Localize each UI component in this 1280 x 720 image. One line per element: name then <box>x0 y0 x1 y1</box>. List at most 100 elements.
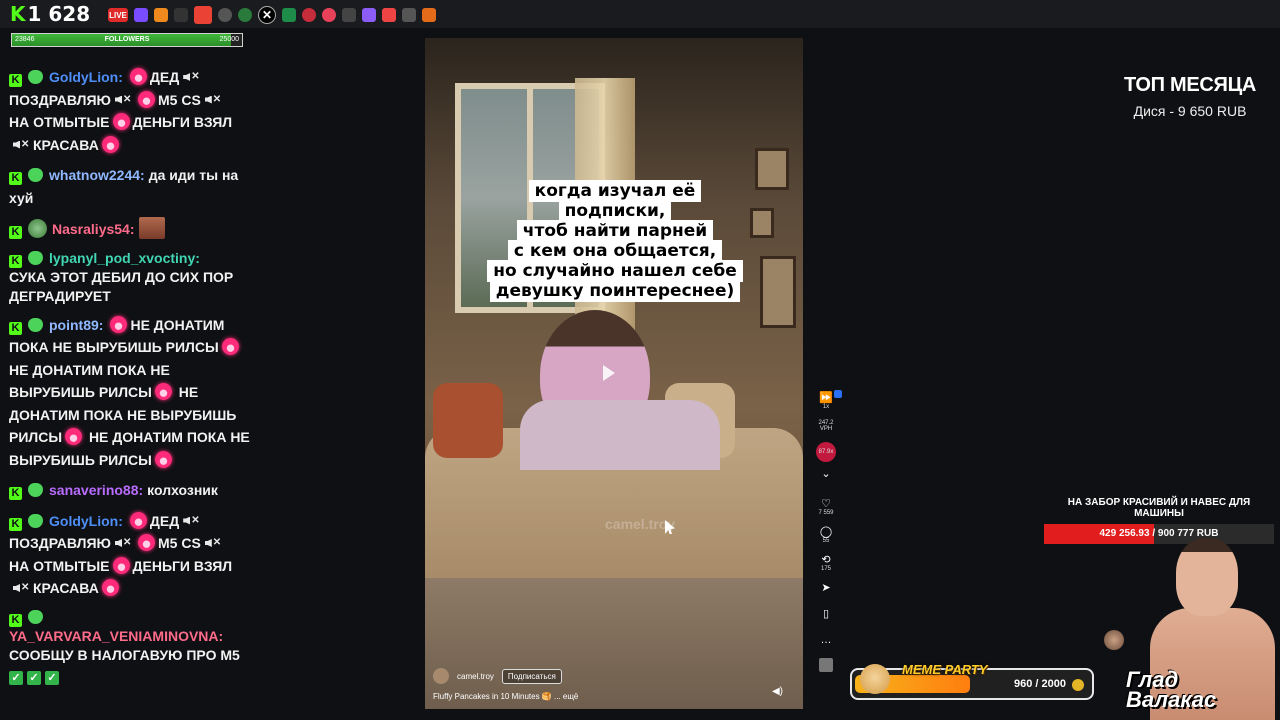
meme-party-value: 960 / 2000 <box>1014 678 1066 690</box>
kick-badge-icon: K <box>9 172 22 185</box>
bookmark-icon[interactable] <box>422 8 436 22</box>
streamer-webcam: Глад Валакас <box>1126 528 1280 720</box>
heart-emote-icon <box>101 135 119 153</box>
chat-message: K Nasraliys54: <box>9 217 259 241</box>
velocity-badge[interactable]: 87.9x <box>816 442 836 462</box>
likes-count: 7 559 <box>818 510 834 516</box>
chat-message: Kpoint89: НЕ ДОНАТИМ ПОКА НЕ ВЫРУБИШЬ РИЛ… <box>9 315 250 468</box>
bookmark-icon[interactable] <box>154 8 168 22</box>
bookmark-icon[interactable] <box>238 8 252 22</box>
bookmark-icon[interactable] <box>218 8 232 22</box>
followers-label: FOLLOWERS <box>104 36 150 43</box>
heart-emote-icon <box>138 90 155 108</box>
top-month-entry: Дися - 9 650 RUB <box>1133 103 1247 119</box>
bookmark-icon[interactable] <box>342 8 356 22</box>
audio-thumbnail-icon[interactable] <box>819 658 833 672</box>
video-scene-frame <box>750 208 774 238</box>
chat-username[interactable]: sanaverino88: <box>49 482 143 498</box>
subscriber-badge-icon <box>28 609 43 624</box>
subscriber-badge-icon <box>28 168 43 182</box>
repost-icon[interactable]: ⟲ <box>821 554 830 566</box>
mute-emote-icon <box>114 532 132 555</box>
heart-emote-icon <box>221 338 239 355</box>
bookmark-icons: LIVE ✕ <box>108 6 436 24</box>
bookmark-icon[interactable] <box>174 8 188 22</box>
check-emote-icon: ✓ <box>45 670 59 685</box>
followers-goal-bar: 23846 FOLLOWERS 25000 <box>11 33 243 47</box>
doge-icon <box>860 664 890 694</box>
video-person <box>520 310 720 470</box>
kick-badge-icon: K <box>9 321 22 335</box>
more-icon[interactable]: … <box>821 634 832 646</box>
pinterest-icon[interactable] <box>302 8 316 22</box>
heart-emote-icon <box>154 450 172 468</box>
chat-message: Ksanaverino88: колхозник <box>9 479 259 502</box>
like-heart-icon[interactable]: ♡ <box>821 498 831 510</box>
chat-username[interactable]: GoldyLion: <box>49 69 123 85</box>
check-emote-icon: ✓ <box>9 670 23 685</box>
share-icon[interactable]: ➤ <box>821 582 830 594</box>
chat-message: Klypanyl_pod_xvoctiny: СУКА ЭТОТ ДЕБИЛ Д… <box>9 249 234 304</box>
video-scene-pillow <box>433 383 503 458</box>
reposts-count: 175 <box>820 566 831 572</box>
heart-emote-icon <box>65 428 83 445</box>
heart-emote-icon <box>101 579 119 596</box>
kick-badge-icon: K <box>9 487 22 500</box>
chat-message: Kwhatnow2244: да иди ты на хуй <box>9 167 239 206</box>
fast-forward-icon[interactable]: ⏩ <box>819 392 833 404</box>
chevron-down-icon[interactable]: ⌄ <box>821 468 830 480</box>
chat-username[interactable]: lypanyl_pod_xvoctiny: <box>49 250 200 266</box>
mute-emote-icon <box>204 89 222 112</box>
mute-emote-icon <box>182 66 200 89</box>
top-month-widget: ТОП МЕСЯЦА Дися - 9 650 RUB <box>1090 74 1280 119</box>
author-avatar[interactable] <box>433 668 449 684</box>
live-badge-icon[interactable]: LIVE <box>108 8 128 22</box>
subscriber-badge-icon <box>28 317 43 332</box>
bookmark-icon[interactable] <box>402 8 416 22</box>
mute-emote-icon <box>12 577 30 600</box>
bookmark-icon[interactable] <box>322 8 336 22</box>
chat-username[interactable]: GoldyLion: <box>49 513 123 529</box>
subscriber-badge-icon <box>28 250 43 265</box>
streamer-name-logo: Глад Валакас <box>1126 667 1217 712</box>
subscribe-button[interactable]: Подписаться <box>501 668 562 684</box>
video-watermark: camel.troy <box>605 516 676 532</box>
kick-badge-icon: K <box>9 226 22 239</box>
subscriber-badge-icon <box>28 70 43 84</box>
speed-label: 1x <box>822 404 830 410</box>
heart-emote-icon <box>138 534 155 551</box>
heart-emote-icon <box>110 315 128 333</box>
reel-video-player[interactable]: когда изучал её подписки, чтоб найти пар… <box>425 38 803 709</box>
meme-party-title: MEME PARTY <box>902 662 988 677</box>
chat-username[interactable]: whatnow2244: <box>49 167 145 183</box>
chat-username[interactable]: YA_VARVARA_VENIAMINOVNA: <box>9 628 223 644</box>
heart-emote-icon <box>154 383 172 400</box>
video-caption: когда изучал её подписки, чтоб найти пар… <box>480 180 750 302</box>
mute-emote-icon <box>182 510 200 533</box>
heart-emote-icon <box>112 113 130 130</box>
bookmark-icon[interactable]: ▯ <box>823 608 829 620</box>
kick-badge-icon: K <box>9 254 22 268</box>
face-emote-icon <box>138 217 165 239</box>
twitch-icon[interactable] <box>362 8 376 22</box>
mute-emote-icon <box>204 532 222 555</box>
chat-username[interactable]: Nasraliys54: <box>52 221 135 237</box>
bookmark-icon[interactable] <box>282 8 296 22</box>
chat-overlay: KGoldyLion:ДЕД ПОЗДРАВЛЯЮM5 CS НА ОТМЫТЫ… <box>9 66 259 693</box>
gmail-icon[interactable] <box>194 6 212 24</box>
chat-username[interactable]: point89: <box>49 317 103 333</box>
reel-side-controls: ⏩ 1x 247.2 VPH 87.9x ⌄ ♡ 7 559 ◯ 55 ⟲ 17… <box>816 392 836 672</box>
chat-message: K YA_VARVARA_VENIAMINOVNA: СООБЩУ В НАЛО… <box>9 608 259 685</box>
chat-message: KGoldyLion:ДЕД ПОЗДРАВЛЯЮM5 CS НА ОТМЫТЫ… <box>9 510 259 600</box>
volume-icon[interactable]: ◀) <box>772 686 783 697</box>
play-icon[interactable] <box>603 365 615 381</box>
author-name[interactable]: camel.troy <box>457 672 494 681</box>
comment-icon[interactable]: ◯ <box>820 526 832 538</box>
bookmark-icon[interactable] <box>134 8 148 22</box>
bookmark-icon[interactable] <box>382 8 396 22</box>
x-icon[interactable]: ✕ <box>258 6 276 24</box>
subscriber-badge-icon <box>28 513 43 528</box>
video-footer: camel.troy Подписаться Fluffy Pancakes i… <box>433 668 793 701</box>
video-description[interactable]: Fluffy Pancakes in 10 Minutes 🥞 ... ещё <box>433 692 793 701</box>
video-scene-frame <box>760 256 796 328</box>
